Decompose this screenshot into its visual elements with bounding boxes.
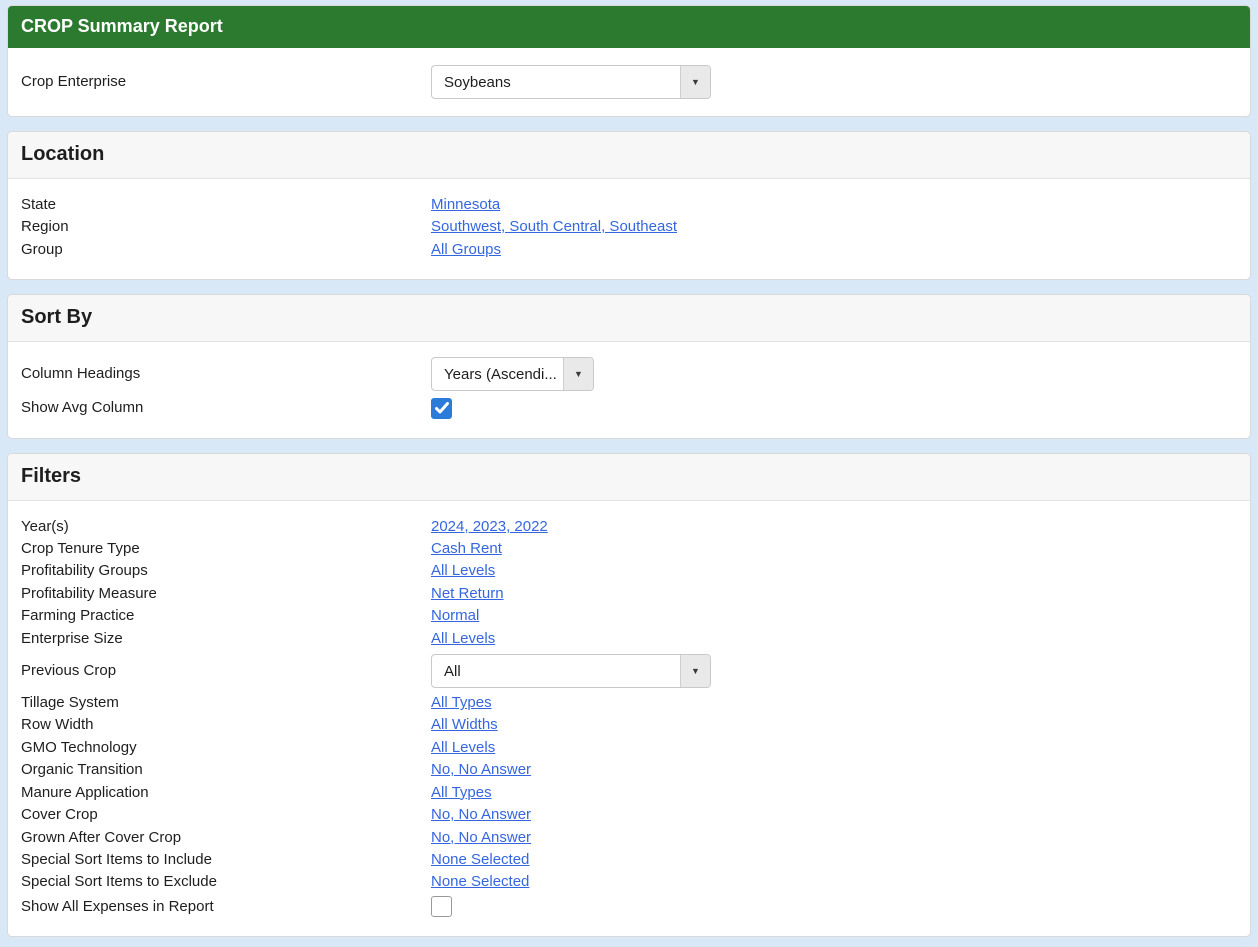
profitability-measure-label: Profitability Measure	[21, 584, 157, 602]
crop-summary-report-page: CROP Summary Report Crop Enterprise Soyb…	[0, 0, 1258, 947]
filters-panel: Filters Year(s) 2024, 2023, 2022 Crop Te…	[7, 452, 1251, 938]
state-row: State Minnesota	[21, 194, 1237, 216]
profitability-groups-row: Profitability Groups All Levels	[21, 560, 1237, 582]
group-row: Group All Groups	[21, 239, 1237, 261]
grown-after-cover-crop-row: Grown After Cover Crop No, No Answer	[21, 827, 1237, 849]
crop-enterprise-dropdown[interactable]: Soybeans ▼	[431, 65, 711, 99]
column-headings-row: Column Headings Years (Ascendi... ▼	[21, 357, 1237, 392]
checkmark-icon	[434, 402, 449, 414]
farming-practice-row: Farming Practice Normal	[21, 605, 1237, 627]
crop-tenure-type-link[interactable]: Cash Rent	[431, 538, 502, 560]
group-link[interactable]: All Groups	[431, 239, 501, 261]
previous-crop-dropdown-button[interactable]: ▼	[680, 655, 710, 688]
location-panel: Location State Minnesota Region Southwes…	[7, 131, 1251, 281]
show-avg-column-label: Show Avg Column	[21, 399, 144, 417]
state-label: State	[21, 196, 57, 213]
show-avg-column-checkbox[interactable]	[431, 397, 452, 419]
row-width-row: Row Width All Widths	[21, 714, 1237, 736]
report-panel: CROP Summary Report Crop Enterprise Soyb…	[7, 5, 1251, 117]
region-row: Region Southwest, South Central, Southea…	[21, 216, 1237, 238]
page-title: CROP Summary Report	[8, 6, 1250, 48]
farming-practice-label: Farming Practice	[21, 607, 135, 625]
special-sort-include-label: Special Sort Items to Include	[21, 850, 212, 868]
region-label: Region	[21, 218, 69, 236]
tillage-system-row: Tillage System All Types	[21, 692, 1237, 714]
group-label: Group	[21, 240, 63, 258]
cover-crop-label: Cover Crop	[21, 806, 98, 824]
grown-after-cover-crop-link[interactable]: No, No Answer	[431, 827, 531, 849]
location-panel-body: State Minnesota Region Southwest, South …	[8, 179, 1250, 279]
grown-after-cover-crop-label: Grown After Cover Crop	[21, 828, 182, 846]
sort-by-section-title: Sort By	[8, 295, 1250, 343]
organic-transition-label: Organic Transition	[21, 761, 143, 779]
state-link[interactable]: Minnesota	[431, 194, 500, 216]
special-sort-include-link[interactable]: None Selected	[431, 849, 529, 871]
show-avg-column-row: Show Avg Column	[21, 397, 1237, 419]
enterprise-size-link[interactable]: All Levels	[431, 628, 495, 650]
profitability-groups-link[interactable]: All Levels	[431, 560, 495, 582]
crop-tenure-type-row: Crop Tenure Type Cash Rent	[21, 538, 1237, 560]
organic-transition-row: Organic Transition No, No Answer	[21, 759, 1237, 781]
previous-crop-dropdown[interactable]: All ▼	[431, 654, 711, 689]
column-headings-dropdown-button[interactable]: ▼	[563, 358, 593, 391]
organic-transition-link[interactable]: No, No Answer	[431, 759, 531, 781]
show-all-expenses-row: Show All Expenses in Report	[21, 896, 1237, 918]
previous-crop-selected-value: All	[444, 662, 461, 680]
region-link[interactable]: Southwest, South Central, Southeast	[431, 216, 677, 238]
filters-section-title: Filters	[8, 453, 1250, 501]
row-width-link[interactable]: All Widths	[431, 714, 498, 736]
years-link[interactable]: 2024, 2023, 2022	[431, 516, 548, 538]
previous-crop-row: Previous Crop All ▼	[21, 654, 1237, 689]
enterprise-size-row: Enterprise Size All Levels	[21, 628, 1237, 650]
crop-enterprise-label: Crop Enterprise	[21, 72, 127, 90]
manure-application-link[interactable]: All Types	[431, 782, 492, 804]
cover-crop-row: Cover Crop No, No Answer	[21, 804, 1237, 826]
report-panel-body: Crop Enterprise Soybeans ▼	[8, 48, 1250, 116]
chevron-down-icon: ▼	[574, 368, 583, 379]
profitability-measure-link[interactable]: Net Return	[431, 583, 504, 605]
crop-tenure-type-label: Crop Tenure Type	[21, 540, 140, 558]
profitability-measure-row: Profitability Measure Net Return	[21, 583, 1237, 605]
enterprise-size-label: Enterprise Size	[21, 629, 123, 647]
gmo-technology-link[interactable]: All Levels	[431, 737, 495, 759]
filters-panel-body: Year(s) 2024, 2023, 2022 Crop Tenure Typ…	[8, 501, 1250, 937]
farming-practice-link[interactable]: Normal	[431, 605, 479, 627]
manure-application-label: Manure Application	[21, 783, 149, 801]
location-section-title: Location	[8, 132, 1250, 179]
special-sort-exclude-link[interactable]: None Selected	[431, 871, 529, 893]
show-all-expenses-checkbox[interactable]	[431, 896, 452, 918]
sort-by-panel-body: Column Headings Years (Ascendi... ▼ Show…	[8, 342, 1250, 437]
sort-by-panel: Sort By Column Headings Years (Ascendi..…	[7, 294, 1251, 439]
special-sort-exclude-row: Special Sort Items to Exclude None Selec…	[21, 871, 1237, 893]
crop-enterprise-row: Crop Enterprise Soybeans ▼	[21, 65, 1237, 99]
tillage-system-label: Tillage System	[21, 694, 119, 712]
special-sort-include-row: Special Sort Items to Include None Selec…	[21, 849, 1237, 871]
special-sort-exclude-label: Special Sort Items to Exclude	[21, 873, 217, 891]
column-headings-label: Column Headings	[21, 365, 141, 383]
gmo-technology-label: GMO Technology	[21, 738, 137, 756]
crop-enterprise-selected-value: Soybeans	[444, 73, 511, 91]
cover-crop-link[interactable]: No, No Answer	[431, 804, 531, 826]
show-all-expenses-label: Show All Expenses in Report	[21, 897, 214, 915]
years-label: Year(s)	[21, 517, 69, 535]
column-headings-dropdown[interactable]: Years (Ascendi... ▼	[431, 357, 594, 392]
previous-crop-label: Previous Crop	[21, 661, 117, 679]
chevron-down-icon: ▼	[691, 76, 700, 87]
chevron-down-icon: ▼	[691, 665, 700, 676]
column-headings-selected-value: Years (Ascendi...	[444, 365, 557, 383]
profitability-groups-label: Profitability Groups	[21, 562, 148, 580]
gmo-technology-row: GMO Technology All Levels	[21, 737, 1237, 759]
crop-enterprise-dropdown-button[interactable]: ▼	[680, 66, 710, 98]
row-width-label: Row Width	[21, 716, 94, 734]
years-row: Year(s) 2024, 2023, 2022	[21, 516, 1237, 538]
tillage-system-link[interactable]: All Types	[431, 692, 492, 714]
manure-application-row: Manure Application All Types	[21, 782, 1237, 804]
